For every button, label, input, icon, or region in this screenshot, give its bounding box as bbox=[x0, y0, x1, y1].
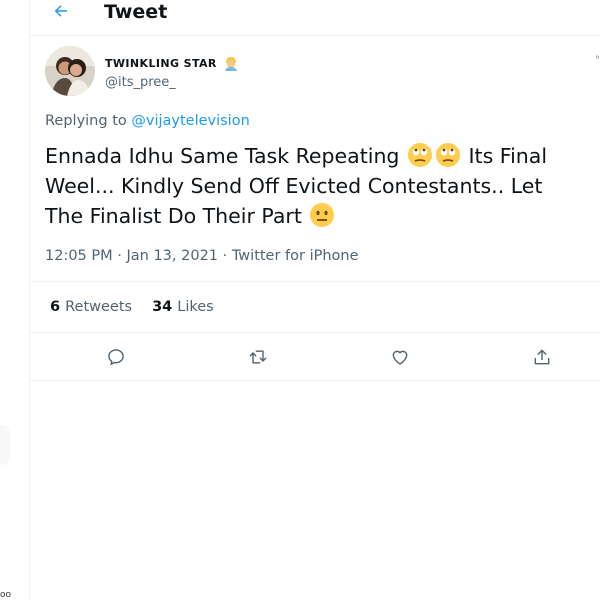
retweets-count: 6 bbox=[50, 299, 61, 315]
tweet-time[interactable]: 12:05 PM bbox=[45, 248, 113, 264]
retweet-icon bbox=[249, 350, 267, 364]
more-options-icon[interactable]: ° bbox=[595, 55, 600, 66]
like-button[interactable] bbox=[388, 345, 412, 369]
page-title: Tweet bbox=[104, 1, 168, 23]
user-info: TWINKLING STAR @its_pree_ bbox=[105, 55, 239, 90]
rolling-eyes-emoji-icon bbox=[435, 143, 460, 167]
user-handle[interactable]: @its_pree_ bbox=[105, 75, 239, 90]
rolling-eyes-emoji-icon bbox=[407, 143, 432, 167]
replying-to-link[interactable]: @vijaytelevision bbox=[131, 113, 249, 129]
left-rail: oo bbox=[0, 0, 30, 600]
display-name: TWINKLING STAR bbox=[105, 56, 217, 70]
reply-icon bbox=[108, 349, 124, 366]
likes-label: Likes bbox=[177, 299, 214, 315]
replying-to: Replying to @vijaytelevision bbox=[45, 113, 250, 129]
tweet-actions bbox=[30, 333, 600, 381]
retweets-label: Retweets bbox=[65, 299, 133, 315]
share-button[interactable] bbox=[530, 345, 554, 369]
retweets-stat[interactable]: 6 Retweets bbox=[50, 299, 132, 315]
neutral-face-emoji-icon bbox=[310, 203, 335, 227]
heart-icon bbox=[392, 350, 408, 365]
avatar[interactable] bbox=[45, 46, 95, 96]
likes-count: 34 bbox=[152, 299, 173, 315]
share-icon bbox=[534, 349, 550, 365]
likes-stat[interactable]: 34 Likes bbox=[152, 299, 214, 315]
tweet-text-part1: Ennada Idhu Same Task Repeating bbox=[45, 144, 400, 168]
tweet-date[interactable]: Jan 13, 2021 bbox=[126, 248, 218, 264]
corner-dots-icon: oo bbox=[0, 590, 12, 600]
tweet-stats: 6 Retweets 34 Likes bbox=[30, 281, 600, 333]
tweet-meta: 12:05 PM · Jan 13, 2021 · Twitter for iP… bbox=[45, 248, 359, 264]
person-emoji-icon bbox=[224, 57, 237, 71]
page-header: Tweet bbox=[30, 0, 600, 36]
reply-button[interactable] bbox=[104, 345, 128, 369]
tweet-text: Ennada Idhu Same Task Repeating Its Fina… bbox=[45, 141, 585, 231]
back-arrow-icon bbox=[54, 5, 67, 17]
back-button[interactable] bbox=[50, 0, 72, 22]
tweet-source[interactable]: Twitter for iPhone bbox=[232, 248, 359, 264]
rail-decoration bbox=[0, 425, 10, 465]
meta-separator: · bbox=[117, 248, 122, 264]
replying-prefix: Replying to bbox=[45, 113, 127, 129]
meta-separator: · bbox=[222, 248, 228, 264]
retweet-button[interactable] bbox=[246, 345, 270, 369]
tweet-column: Tweet TWINKLING STAR @its_pree_ ° Replyi… bbox=[30, 0, 600, 600]
display-name-link[interactable]: TWINKLING STAR bbox=[105, 55, 239, 71]
